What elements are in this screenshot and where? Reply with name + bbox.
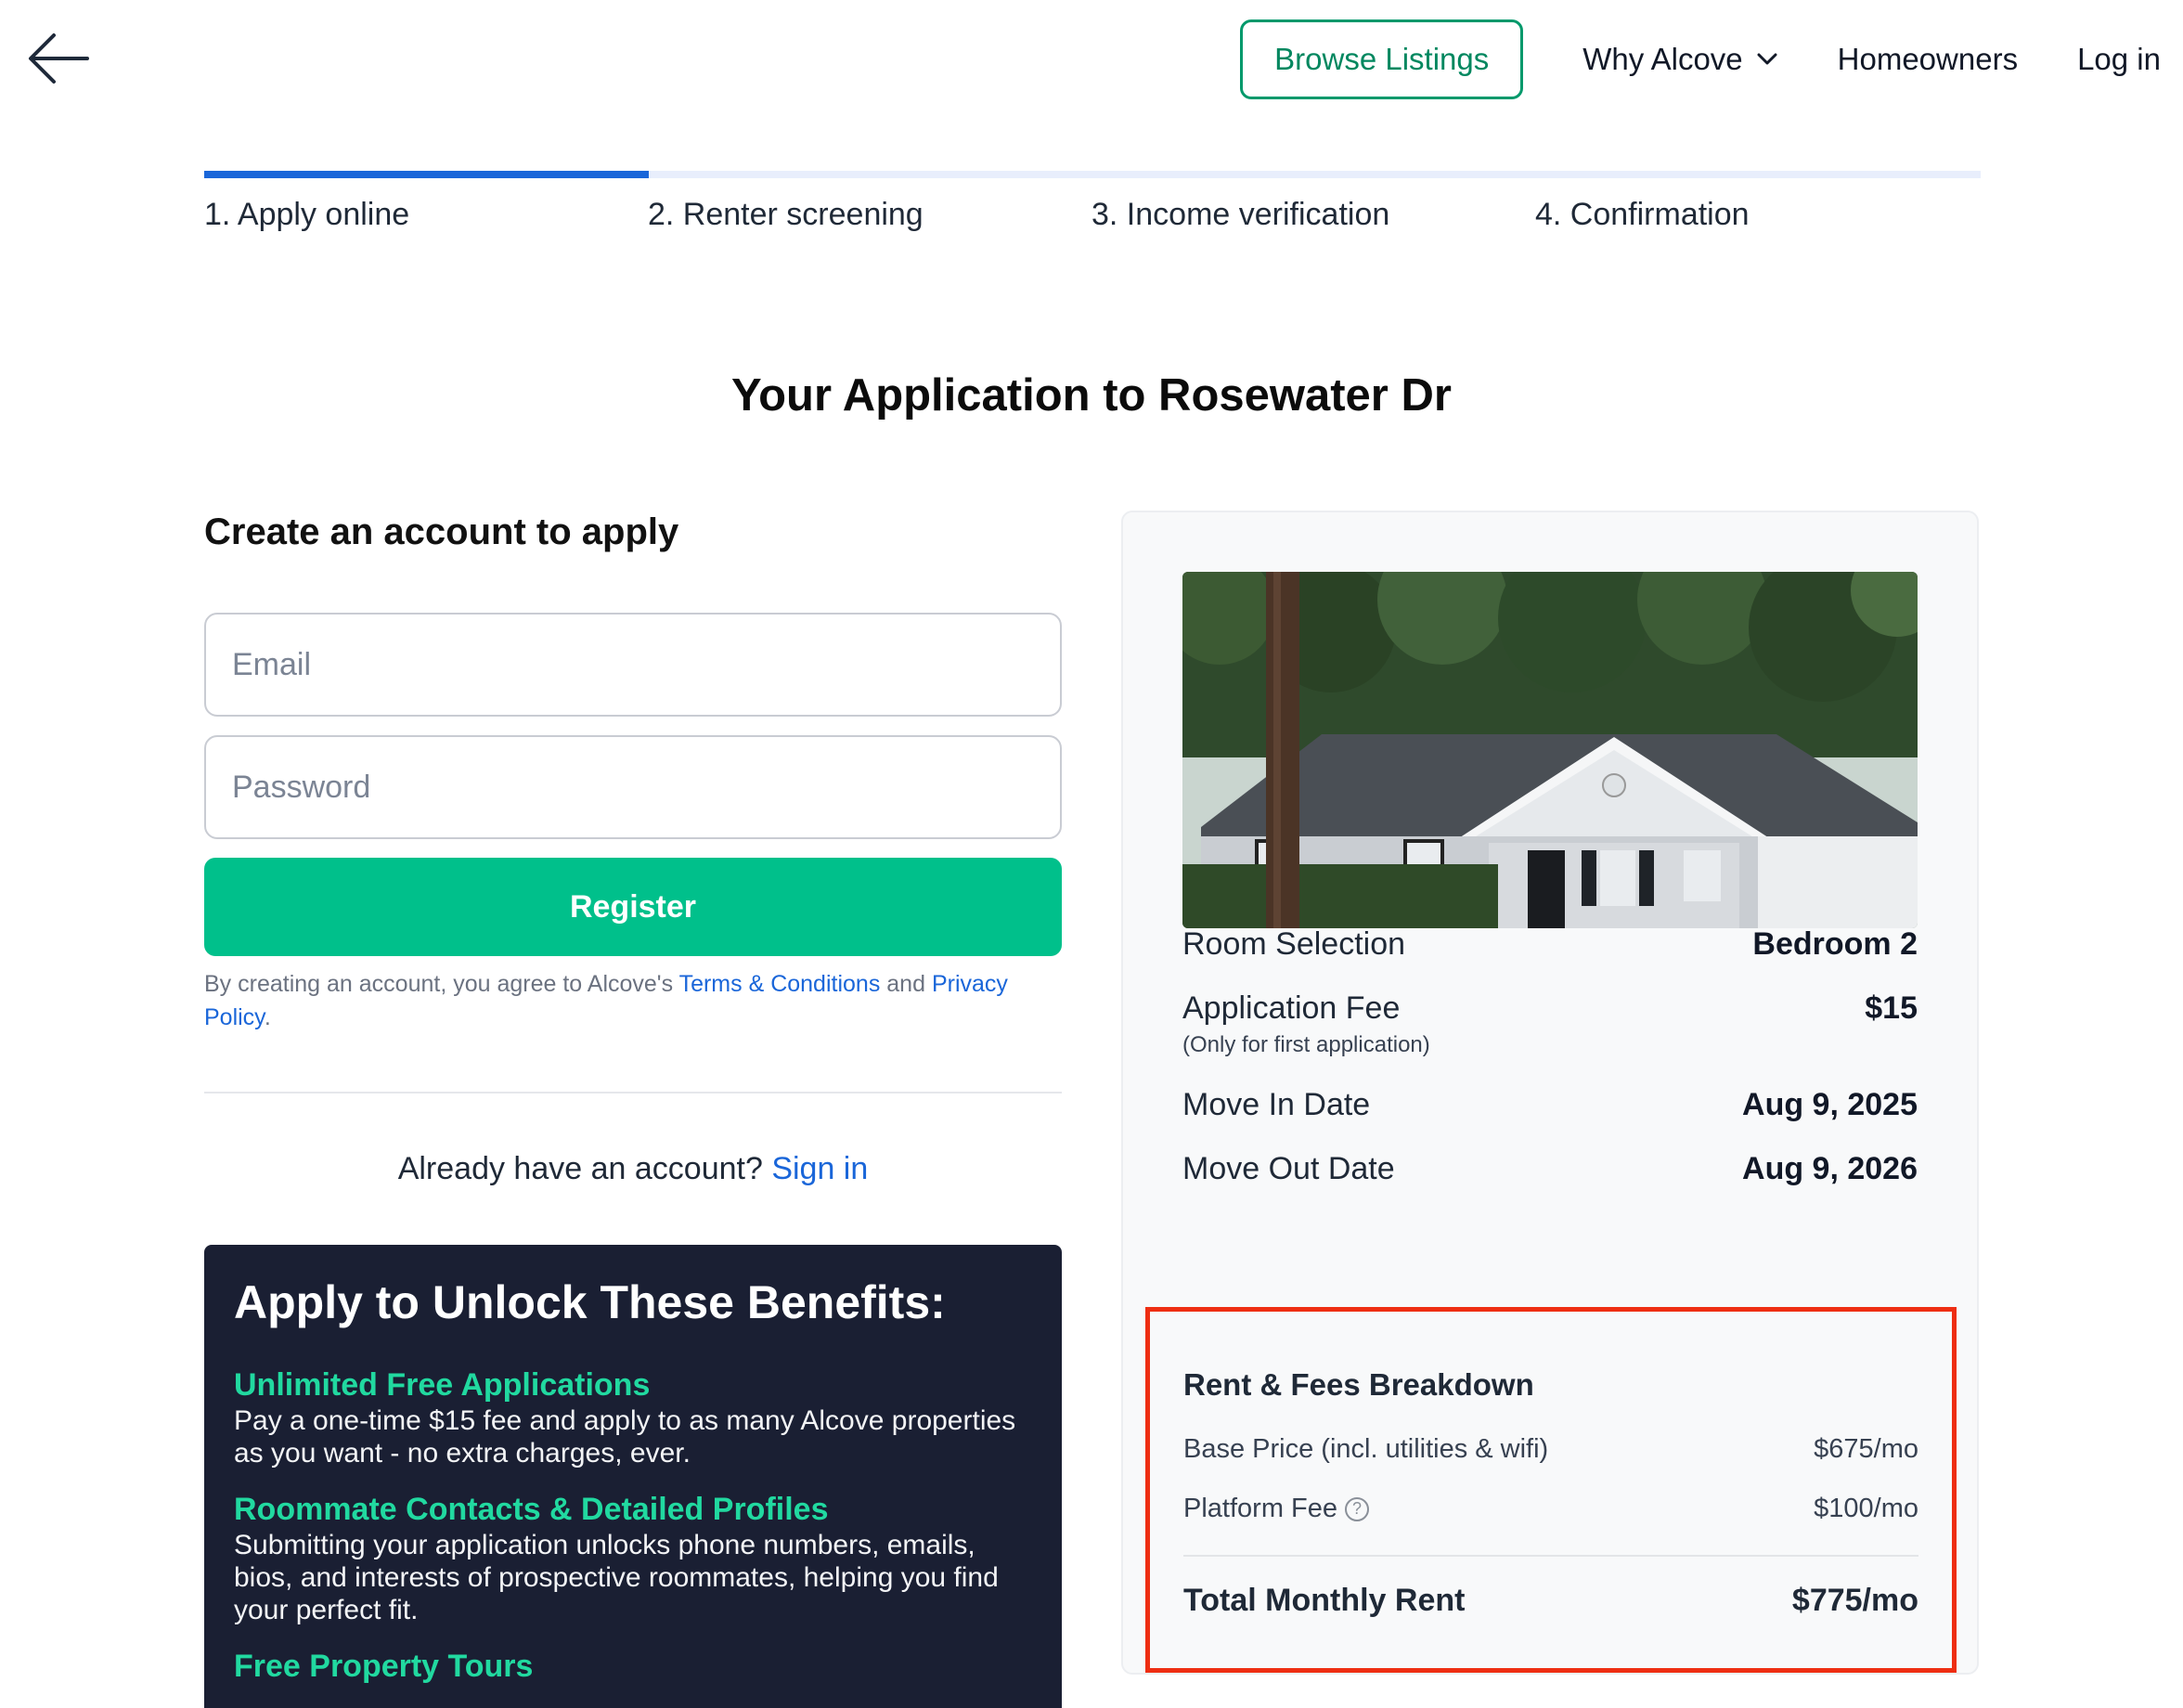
why-alcove-label: Why Alcove	[1582, 42, 1743, 76]
account-form: Create an account to apply Register By c…	[204, 509, 1062, 1187]
step-confirmation: 4. Confirmation	[1535, 197, 1750, 232]
application-fee-label: Application Fee	[1182, 990, 1401, 1026]
platform-fee-label: Platform Fee	[1183, 1494, 1337, 1523]
room-selection-value: Bedroom 2	[1752, 926, 1918, 962]
benefit-title: Unlimited Free Applications	[234, 1367, 651, 1403]
application-fee-note: (Only for first application)	[1182, 1032, 1430, 1057]
homeowners-link[interactable]: Homeowners	[1838, 42, 2018, 77]
terms-prefix: By creating an account, you agree to Alc…	[204, 971, 679, 997]
total-rent-row: Total Monthly Rent $775/mo	[1183, 1583, 1918, 1619]
progress-bar	[204, 171, 1981, 178]
platform-fee-value: $100/mo	[1814, 1494, 1918, 1523]
base-price-value: $675/mo	[1814, 1434, 1918, 1464]
platform-fee-row: Platform Fee? $100/mo	[1183, 1494, 1918, 1524]
terms-suffix: .	[264, 1004, 271, 1030]
top-nav: Browse Listings Why Alcove Homeowners Lo…	[1240, 19, 2161, 99]
total-rent-label: Total Monthly Rent	[1183, 1583, 1466, 1618]
total-rent-value: $775/mo	[1791, 1583, 1918, 1618]
chevron-down-icon	[1756, 52, 1778, 67]
email-field[interactable]	[204, 613, 1062, 717]
move-in-label: Move In Date	[1182, 1087, 1371, 1122]
move-in-row: Move In Date Aug 9, 2025	[1182, 1087, 1918, 1123]
move-out-label: Move Out Date	[1182, 1151, 1395, 1186]
move-out-row: Move Out Date Aug 9, 2026	[1182, 1151, 1918, 1187]
page-title: Your Application to Rosewater Dr	[731, 370, 1452, 421]
step-renter-screening: 2. Renter screening	[648, 197, 924, 232]
benefit-desc: Submitting your application unlocks phon…	[234, 1530, 999, 1625]
browse-listings-button[interactable]: Browse Listings	[1240, 19, 1524, 99]
terms-and: and	[880, 971, 932, 997]
application-fee-row: Application Fee (Only for first applicat…	[1182, 990, 1918, 1058]
already-have-account: Already have an account? Sign in	[204, 1151, 1062, 1187]
already-text: Already have an account?	[397, 1151, 772, 1186]
room-selection-label: Room Selection	[1182, 926, 1406, 962]
house-illustration	[1182, 572, 1918, 928]
login-link[interactable]: Log in	[2077, 42, 2161, 77]
create-account-heading: Create an account to apply	[204, 511, 679, 552]
sign-in-link[interactable]: Sign in	[771, 1151, 868, 1186]
rent-fees-breakdown: Rent & Fees Breakdown Base Price (incl. …	[1145, 1307, 1957, 1673]
step-list: 1. Apply online 2. Renter screening 3. I…	[204, 197, 1981, 233]
benefit-item: Unlimited Free Applications Pay a one-ti…	[234, 1365, 1032, 1469]
benefit-item: Free Property Tours	[234, 1647, 1032, 1686]
question-circle-icon[interactable]: ?	[1345, 1496, 1369, 1521]
move-in-value: Aug 9, 2025	[1742, 1087, 1918, 1122]
benefit-desc: Pay a one-time $15 fee and apply to as m…	[234, 1405, 1016, 1469]
terms-text: By creating an account, you agree to Alc…	[204, 967, 1062, 1034]
arrow-left-icon	[29, 33, 89, 84]
step-income-verification: 3. Income verification	[1092, 197, 1390, 232]
register-button[interactable]: Register	[204, 858, 1062, 956]
terms-link[interactable]: Terms & Conditions	[679, 971, 881, 997]
why-alcove-menu[interactable]: Why Alcove	[1582, 42, 1777, 77]
application-fee-value: $15	[1865, 990, 1918, 1026]
base-price-label: Base Price (incl. utilities & wifi)	[1183, 1434, 1549, 1464]
benefit-title: Free Property Tours	[234, 1649, 534, 1684]
move-out-value: Aug 9, 2026	[1742, 1151, 1918, 1186]
benefit-title: Roommate Contacts & Detailed Profiles	[234, 1492, 829, 1527]
room-selection-row: Room Selection Bedroom 2	[1182, 926, 1918, 963]
base-price-row: Base Price (incl. utilities & wifi) $675…	[1183, 1434, 1918, 1465]
benefits-panel: Apply to Unlock These Benefits: Unlimite…	[204, 1245, 1062, 1708]
breakdown-divider	[1183, 1555, 1918, 1557]
divider	[204, 1092, 1062, 1093]
benefits-heading: Apply to Unlock These Benefits:	[234, 1276, 946, 1328]
back-button[interactable]	[22, 22, 95, 95]
progress-fill	[204, 171, 649, 178]
breakdown-heading: Rent & Fees Breakdown	[1183, 1367, 1534, 1402]
benefit-item: Roommate Contacts & Detailed Profiles Su…	[234, 1490, 1032, 1626]
property-photo	[1182, 572, 1918, 928]
step-apply-online: 1. Apply online	[204, 197, 410, 232]
password-field[interactable]	[204, 735, 1062, 839]
